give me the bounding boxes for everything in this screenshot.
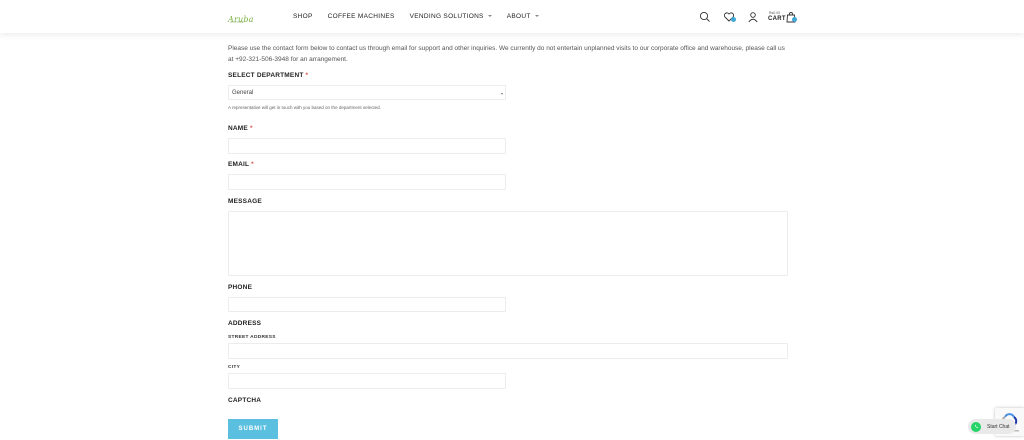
name-input[interactable] (228, 138, 506, 154)
street-address-label: STREET ADDRESS (228, 335, 276, 340)
chevron-down-icon (534, 15, 539, 18)
email-label-text: EMAIL (228, 161, 250, 168)
message-label: MESSAGE (228, 198, 262, 205)
name-label: NAME * (228, 125, 253, 132)
address-label: ADDRESS (228, 320, 262, 327)
cart-label[interactable]: CART (768, 16, 786, 22)
whatsapp-icon (971, 421, 981, 432)
email-input[interactable] (228, 174, 506, 190)
nav-item-about[interactable]: ABOUT (507, 13, 539, 20)
chevron-down-icon: ▾ (500, 91, 503, 96)
street-address-input[interactable] (228, 343, 788, 359)
start-chat-button[interactable]: Start Chat (968, 419, 1016, 434)
nav-label: ABOUT (506, 13, 531, 20)
department-label-text: SELECT DEPARTMENT (228, 72, 304, 79)
cart-total: Rs0.00 (769, 11, 781, 15)
department-select[interactable]: General ▾ (228, 85, 506, 100)
required-mark: * (251, 161, 254, 168)
required-mark: * (305, 72, 309, 79)
site-header: Aruba COFFEE SHOP COFFEE MACHINES VENDIN… (0, 0, 1024, 33)
logo-subtext: COFFEE (230, 20, 244, 24)
phone-label: PHONE (228, 284, 253, 291)
chevron-down-icon (487, 15, 492, 18)
submit-button[interactable]: SUBMIT (228, 419, 278, 439)
main-nav: SHOP COFFEE MACHINES VENDING SOLUTIONS A… (293, 13, 539, 20)
email-label: EMAIL * (228, 161, 254, 168)
captcha-label: CAPTCHA (228, 397, 262, 404)
name-label-text: NAME (228, 125, 248, 132)
message-textarea[interactable] (228, 211, 788, 276)
intro-text: Please use the contact form below to con… (228, 45, 785, 63)
phone-input[interactable] (228, 297, 506, 312)
start-chat-label: Start Chat (987, 423, 1010, 430)
site-logo[interactable]: Aruba COFFEE (228, 9, 254, 27)
user-icon[interactable] (747, 11, 759, 23)
department-selected-value: General (232, 90, 254, 96)
department-hint: A representative will get in touch with … (228, 105, 381, 110)
city-label: CITY (228, 365, 241, 370)
nav-item-vending-solutions[interactable]: VENDING SOLUTIONS (410, 13, 492, 20)
department-label: SELECT DEPARTMENT * (228, 72, 308, 79)
wishlist-badge (731, 17, 736, 22)
search-icon[interactable] (699, 11, 711, 23)
nav-label: VENDING SOLUTIONS (409, 13, 484, 20)
required-mark: * (249, 125, 253, 132)
nav-item-coffee-machines[interactable]: COFFEE MACHINES (328, 13, 395, 20)
nav-item-shop[interactable]: SHOP (293, 13, 313, 20)
city-input[interactable] (228, 373, 506, 389)
cart-badge (792, 17, 797, 22)
